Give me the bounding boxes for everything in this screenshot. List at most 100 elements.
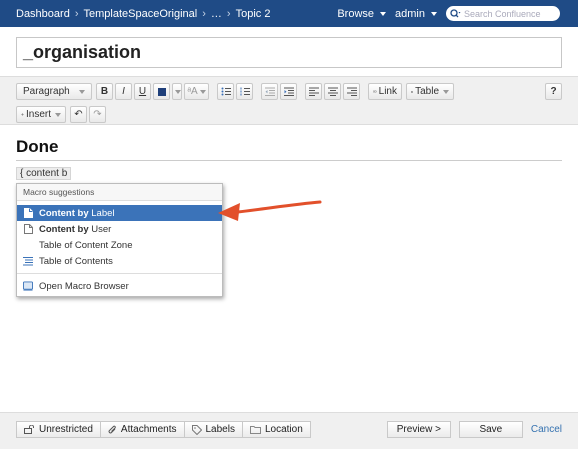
- numbered-list-icon: [240, 87, 250, 96]
- help-button[interactable]: ?: [545, 83, 562, 100]
- open-macro-browser[interactable]: Open Macro Browser: [17, 278, 222, 294]
- align-center-icon: [327, 87, 338, 96]
- attachments-button[interactable]: Attachments: [99, 421, 185, 438]
- chevron-down-icon: [380, 11, 387, 16]
- italic-button[interactable]: I: [115, 83, 132, 100]
- text-color-dropdown[interactable]: [172, 83, 182, 100]
- text-color-swatch: [157, 87, 166, 96]
- page-outline-icon: [23, 224, 33, 234]
- chevron-down-icon: [55, 112, 61, 117]
- underline-button[interactable]: U: [134, 83, 151, 100]
- bullet-list-button[interactable]: [217, 83, 234, 100]
- tag-icon: [191, 424, 202, 435]
- macro-suggestion-table-of-contents[interactable]: Table of Contents: [17, 253, 222, 269]
- save-button[interactable]: Save: [458, 421, 523, 438]
- page-title-input[interactable]: _organisation: [16, 37, 562, 68]
- macro-suggestion-label: Content by User: [39, 224, 111, 235]
- breadcrumb-separator-icon: ›: [226, 7, 231, 20]
- macro-placeholder-text[interactable]: { content b: [16, 167, 72, 180]
- content-heading[interactable]: Done: [16, 137, 562, 161]
- rest-text: User: [88, 223, 112, 235]
- more-styles-button[interactable]: ᵃA: [184, 83, 209, 100]
- breadcrumb: Dashboard › TemplateSpaceOriginal › … › …: [0, 8, 270, 20]
- macro-suggestion-label: Table of Contents: [39, 255, 113, 267]
- outdent-icon: [264, 87, 275, 96]
- macro-suggestion-label: Content by Label: [39, 208, 115, 219]
- match-text: Content by: [39, 207, 89, 219]
- indent-icon: [283, 87, 294, 96]
- match-text: Content by: [39, 223, 89, 235]
- attachments-label: Attachments: [120, 424, 177, 435]
- link-label: Link: [378, 86, 397, 97]
- outdent-button[interactable]: [261, 83, 278, 100]
- macro-suggestions-dropdown: Macro suggestions Content by Label Conte…: [16, 183, 223, 297]
- insert-label: Insert: [25, 109, 51, 120]
- undo-icon: ↶: [74, 109, 83, 120]
- italic-label: I: [122, 86, 125, 97]
- location-button[interactable]: Location: [241, 421, 311, 438]
- browse-menu-label: Browse: [337, 7, 375, 20]
- plus-icon: [21, 113, 24, 116]
- underline-label: U: [138, 86, 147, 97]
- align-left-button[interactable]: [305, 83, 322, 100]
- editor-toolbar: Paragraph B I U ᵃA Link Table ? Insert ↶…: [0, 76, 578, 125]
- page-icon: [23, 208, 33, 218]
- macro-browser-icon: [23, 281, 33, 291]
- chevron-down-icon: [443, 89, 449, 94]
- restrictions-label: Unrestricted: [39, 424, 93, 435]
- link-icon: [373, 90, 377, 93]
- paragraph-format-label: Paragraph: [23, 86, 70, 97]
- breadcrumb-ellipsis[interactable]: …: [211, 8, 222, 20]
- breadcrumb-space[interactable]: TemplateSpaceOriginal: [84, 8, 198, 20]
- user-menu[interactable]: admin: [395, 8, 437, 20]
- table-button[interactable]: Table: [406, 83, 454, 100]
- macro-suggestion-label: Table of Content Zone: [39, 239, 133, 251]
- table-icon: [411, 90, 414, 93]
- chevron-down-icon: [175, 89, 181, 94]
- numbered-list-button[interactable]: [236, 83, 253, 100]
- macro-suggestions-header: Macro suggestions: [17, 184, 222, 201]
- macro-suggestion-table-of-content-zone[interactable]: Table of Content Zone: [17, 237, 222, 253]
- paragraph-format-select[interactable]: Paragraph: [16, 83, 92, 100]
- browse-menu[interactable]: Browse: [337, 7, 387, 20]
- macro-suggestion-content-by-label[interactable]: Content by Label: [17, 205, 222, 221]
- top-navigation-bar: Dashboard › TemplateSpaceOriginal › … › …: [0, 0, 578, 27]
- link-button[interactable]: Link: [368, 83, 402, 100]
- search-icon: [450, 9, 461, 18]
- editor-footer: Unrestricted Attachments Labels Location…: [0, 412, 578, 449]
- rest-text: Label: [88, 207, 115, 219]
- indent-button[interactable]: [280, 83, 297, 100]
- bold-button[interactable]: B: [96, 83, 113, 100]
- redo-button[interactable]: ↷: [89, 106, 106, 123]
- align-center-button[interactable]: [324, 83, 341, 100]
- chevron-down-icon: [199, 89, 206, 94]
- macro-browser-label: Open Macro Browser: [39, 280, 129, 292]
- dropdown-divider: [17, 273, 222, 274]
- undo-button[interactable]: ↶: [70, 106, 87, 123]
- search-input[interactable]: Search Confluence: [446, 6, 560, 21]
- paperclip-icon: [108, 425, 116, 433]
- unlock-icon: [24, 425, 34, 434]
- breadcrumb-separator-icon: ›: [202, 7, 206, 20]
- table-label: Table: [415, 86, 439, 97]
- align-right-button[interactable]: [343, 83, 360, 100]
- breadcrumb-topic[interactable]: Topic 2: [236, 8, 271, 20]
- help-label: ?: [550, 86, 557, 97]
- search-placeholder: Search Confluence: [464, 8, 541, 19]
- user-menu-label: admin: [395, 7, 425, 20]
- breadcrumb-dashboard[interactable]: Dashboard: [16, 8, 70, 20]
- toc-icon: [23, 256, 33, 266]
- align-right-icon: [346, 87, 357, 96]
- labels-button[interactable]: Labels: [183, 421, 243, 438]
- styles-icon: ᵃA: [187, 86, 198, 97]
- redo-icon: ↷: [93, 109, 102, 120]
- location-label: Location: [264, 424, 303, 435]
- text-color-button[interactable]: [153, 83, 170, 100]
- restrictions-button[interactable]: Unrestricted: [16, 421, 101, 438]
- chevron-down-icon: [79, 89, 85, 94]
- insert-menu-button[interactable]: Insert: [16, 106, 66, 123]
- labels-label: Labels: [205, 424, 235, 435]
- macro-suggestion-content-by-user[interactable]: Content by User: [17, 221, 222, 237]
- cancel-link[interactable]: Cancel: [531, 424, 562, 435]
- preview-button[interactable]: Preview >: [386, 421, 451, 438]
